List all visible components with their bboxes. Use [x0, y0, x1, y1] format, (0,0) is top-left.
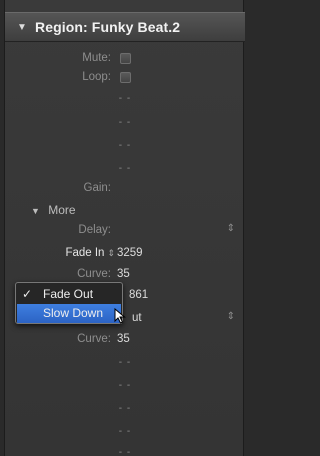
- placeholder-value: - -: [118, 163, 132, 174]
- delay-row: Delay: ⇕: [5, 222, 245, 240]
- region-header[interactable]: ▼ Region: Funky Beat.2: [5, 12, 245, 42]
- placeholder-value: - -: [118, 380, 132, 391]
- checkmark-icon: ✓: [22, 287, 33, 301]
- mouse-pointer-icon: [114, 308, 126, 324]
- mute-checkbox[interactable]: [120, 53, 131, 64]
- disclosure-down-icon[interactable]: ▼: [17, 22, 27, 33]
- placeholder-value: - -: [118, 447, 132, 456]
- menu-item-label: Fade Out: [43, 287, 94, 301]
- updown-arrows-icon[interactable]: ⇕: [227, 223, 235, 234]
- placeholder-value: - -: [118, 117, 132, 128]
- updown-arrows-icon[interactable]: ⇕: [227, 311, 235, 322]
- region-title: Region: Funky Beat.2: [35, 19, 181, 35]
- loop-label: Loop:: [82, 71, 111, 83]
- loop-checkbox[interactable]: [120, 72, 131, 83]
- mute-row: Mute:: [5, 50, 245, 68]
- delay-label: Delay:: [78, 224, 111, 236]
- curve-value[interactable]: 35: [117, 268, 130, 280]
- fade-in-value[interactable]: 3259: [117, 247, 143, 259]
- more-disclosure[interactable]: ▼ More: [31, 203, 76, 217]
- obscured-value: 861: [129, 289, 149, 301]
- fade-in-label: Fade In: [65, 247, 105, 259]
- curve-value[interactable]: 35: [117, 333, 130, 345]
- gain-label: Gain:: [83, 182, 112, 194]
- mute-label: Mute:: [82, 52, 111, 64]
- menu-item-label: Slow Down: [43, 306, 104, 320]
- loop-row: Loop:: [5, 69, 245, 87]
- menu-item-fade-out[interactable]: ✓ Fade Out: [17, 285, 121, 304]
- placeholder-value: - -: [118, 93, 132, 104]
- placeholder-value: - -: [118, 357, 132, 368]
- fade-mode-popup[interactable]: Fade In ⇕: [65, 247, 115, 259]
- fade-type-popup-menu: ✓ Fade Out Slow Down: [15, 282, 123, 324]
- obscured-value: ut: [132, 312, 142, 324]
- curve-label: Curve:: [77, 333, 111, 345]
- region-inspector-panel: ▼ Region: Funky Beat.2 Mute: Loop: - - -…: [4, 0, 245, 456]
- menu-item-slow-down[interactable]: Slow Down: [17, 304, 121, 323]
- curve-row: Curve: 35: [5, 331, 245, 349]
- updown-arrows-icon: ⇕: [107, 248, 115, 258]
- disclosure-down-icon[interactable]: ▼: [31, 206, 40, 216]
- placeholder-value: - -: [118, 426, 132, 437]
- placeholder-value: - -: [118, 140, 132, 151]
- fade-in-row: Fade In ⇕ 3259: [5, 245, 245, 263]
- placeholder-value: - -: [118, 403, 132, 414]
- more-label: More: [48, 203, 76, 217]
- gain-row: Gain:: [5, 180, 245, 198]
- curve-label: Curve:: [77, 268, 111, 280]
